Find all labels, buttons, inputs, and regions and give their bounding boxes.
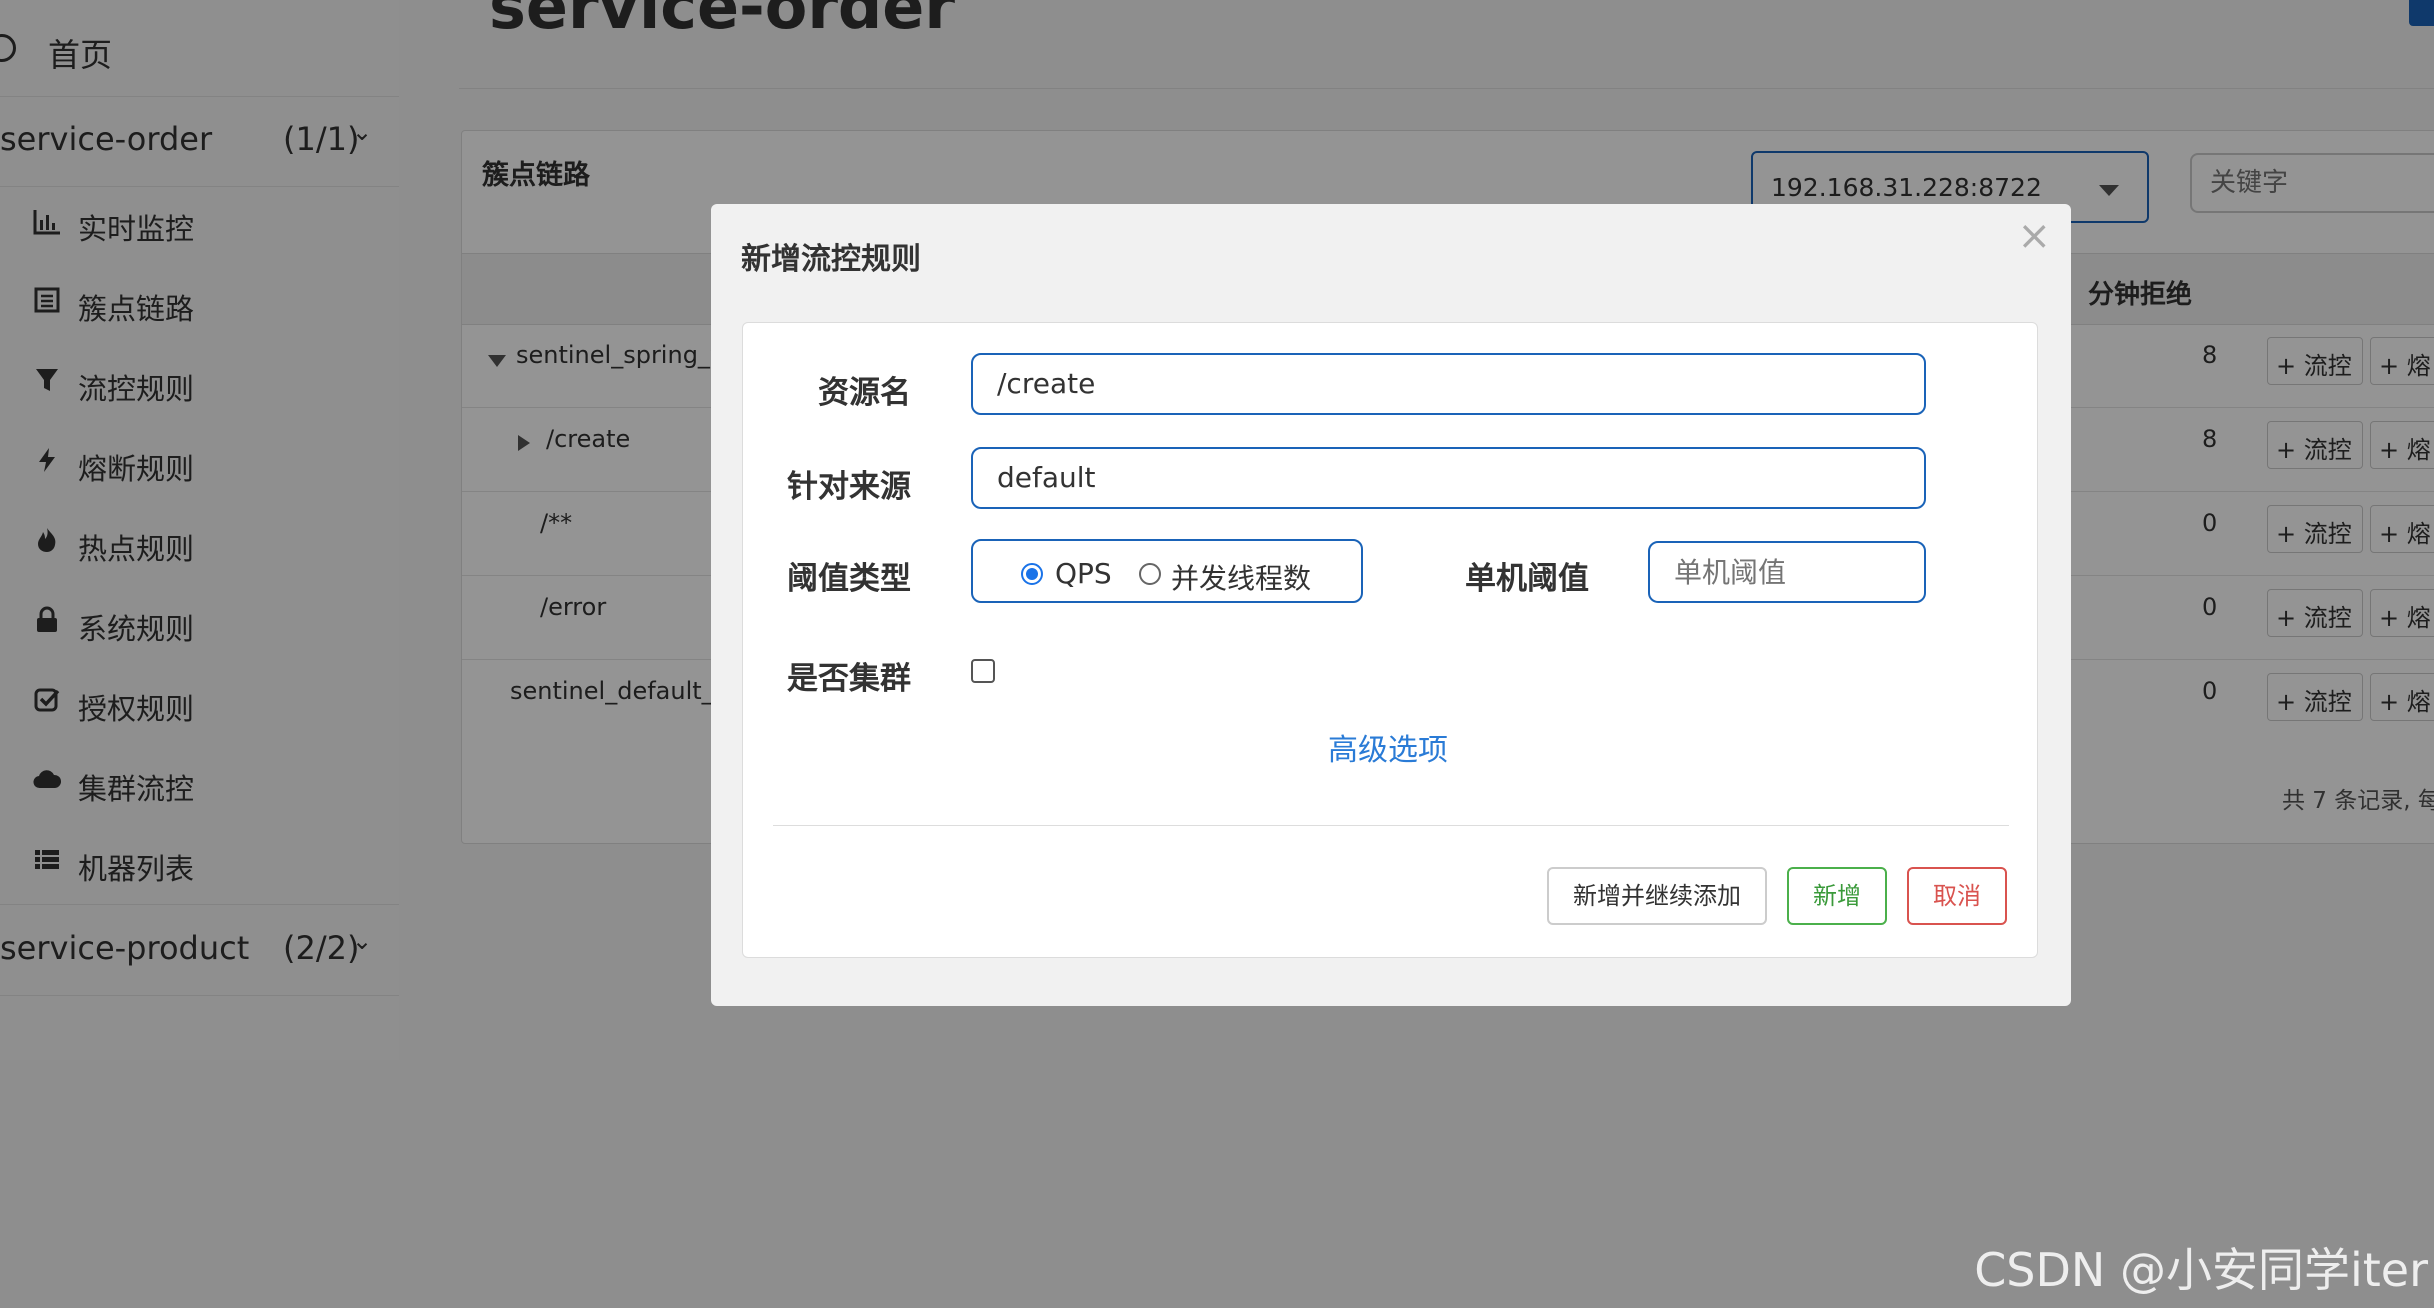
threshold-label: 单机阈值 [1465, 561, 1589, 597]
dialog-title: 新增流控规则 [741, 242, 921, 277]
qps-radio[interactable] [1021, 563, 1043, 585]
origin-label: 针对来源 [787, 469, 911, 505]
thread-count-radio[interactable] [1139, 563, 1161, 585]
add-and-continue-button[interactable]: 新增并继续添加 [1547, 867, 1767, 925]
cluster-mode-label: 是否集群 [787, 661, 911, 697]
threshold-type-label: 阈值类型 [787, 561, 911, 597]
origin-input[interactable]: default [971, 447, 1926, 509]
threshold-input[interactable] [1648, 541, 1926, 603]
add-button[interactable]: 新增 [1787, 867, 1887, 925]
threshold-type-radio-group: QPS 并发线程数 [971, 539, 1363, 603]
divider [773, 825, 2009, 826]
cancel-button[interactable]: 取消 [1907, 867, 2007, 925]
resource-name-input[interactable]: /create [971, 353, 1926, 415]
thread-count-radio-label[interactable]: 并发线程数 [1171, 557, 1311, 597]
watermark: CSDN @小安同学iter [1974, 1243, 2428, 1297]
qps-radio-label[interactable]: QPS [1055, 557, 1112, 590]
cluster-mode-checkbox[interactable] [971, 659, 995, 683]
add-flow-rule-dialog: 新增流控规则 × 资源名 /create 针对来源 default 阈值类型 Q… [711, 204, 2071, 1006]
advanced-options-link[interactable]: 高级选项 [1328, 725, 1448, 769]
resource-name-label: 资源名 [818, 375, 911, 411]
dialog-form: 资源名 /create 针对来源 default 阈值类型 QPS 并发线程数 … [742, 322, 2038, 958]
close-icon[interactable]: × [2017, 216, 2051, 256]
